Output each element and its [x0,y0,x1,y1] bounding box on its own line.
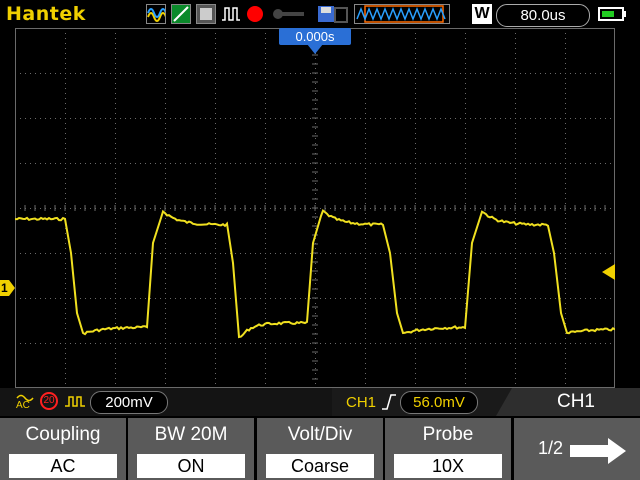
measure-icon[interactable] [171,4,191,24]
brand-logo: Hantek [6,3,86,25]
bandwidth-limit-icon: 20 [40,392,58,410]
channel-status: AC 20 200mV [0,388,332,416]
waveform-overview-icon[interactable] [354,4,450,24]
probe-label: Probe [422,424,474,445]
channel-1-marker-label: 1 [1,281,8,295]
coupling-badge-text: AC [16,400,30,411]
trigger-position-marker [307,44,323,54]
probe-softkey[interactable]: Probe 10X [385,418,511,480]
next-page-button[interactable]: 1/2 [514,418,640,480]
volt-div-label: Volt/Div [287,424,353,445]
top-bar: Hantek W 80.0us [0,0,640,28]
volt-div-readout: 200mV [90,391,168,414]
page-indicator: 1/2 [538,438,564,458]
trigger-source-label: CH1 [346,394,377,411]
bw-limit-value: ON [137,454,245,478]
bw-limit-softkey[interactable]: BW 20M ON [128,418,254,480]
usb-icon [332,4,352,24]
bw-limit-label: BW 20M [154,424,228,445]
memory-depth-badge: W [472,4,492,24]
arrow-right-icon [570,438,626,464]
coupling-value: AC [9,454,117,478]
coupling-softkey[interactable]: Coupling AC [0,418,126,480]
display-mode-icon[interactable] [146,4,167,24]
waveform-display [14,27,616,389]
run-stop-icon[interactable] [245,4,265,24]
channel-1-ground-marker[interactable]: 1 [0,280,15,296]
trigger-level-marker[interactable] [600,264,615,280]
cursor-icon[interactable] [196,4,216,24]
graticule [14,27,616,389]
battery-icon [598,4,628,24]
coupling-label: Coupling [25,424,101,445]
key-lock-icon [270,4,314,24]
tab-ch1[interactable]: CH1 [512,388,640,416]
volt-div-softkey[interactable]: Volt/Div Coarse [257,418,383,480]
timebase-readout: 80.0us [496,4,590,27]
trigger-position-readout[interactable]: 0.000s [279,28,351,45]
volt-div-value: Coarse [266,454,374,478]
rising-edge-icon [381,393,397,416]
waveform-plot [14,27,616,389]
probe-value: 10X [394,454,502,478]
ac-coupling-icon: AC [16,393,34,411]
trigger-level-readout: 56.0mV [400,391,478,414]
square-wave-icon [64,394,86,415]
trigger-mode-icon[interactable] [221,4,241,24]
